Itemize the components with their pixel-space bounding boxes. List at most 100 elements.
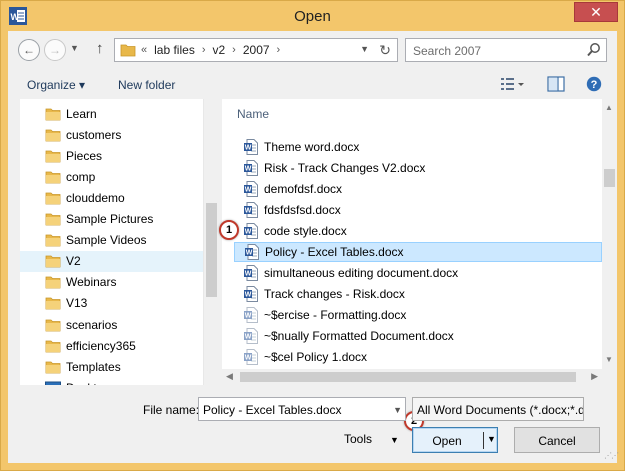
word-document-icon: W [244,160,258,176]
svg-text:W: W [245,334,252,341]
tree-item[interactable]: Pieces [20,145,210,166]
folder-icon [45,234,61,247]
tree-item[interactable]: Webinars [20,272,210,293]
window-title: Open [294,8,331,25]
column-header-name[interactable]: Name [237,107,269,121]
open-options-dropdown-icon[interactable]: ▼ [487,434,496,444]
file-list-horizontal-scrollbar[interactable]: ◀ ▶ [222,369,602,385]
tree-item[interactable]: V2 [20,250,210,272]
refresh-icon[interactable]: ↻ [379,42,391,59]
desktop-icon [45,381,61,385]
breadcrumb-item[interactable]: lab files [154,43,195,57]
file-list-item[interactable]: W ~$cel Policy 1.docx [234,347,602,367]
tree-item[interactable]: clouddemo [20,187,210,208]
tree-item[interactable]: scenarios [20,314,210,335]
resize-grip-icon[interactable]: ⋰⋰ [604,451,619,460]
breadcrumb-item[interactable]: v2 [212,43,225,57]
tree-item-label: scenarios [66,317,118,332]
new-folder-button[interactable]: New folder [118,78,175,92]
preview-pane-icon[interactable] [547,76,565,92]
tree-item[interactable]: Sample Pictures [20,209,210,230]
search-input[interactable]: Search 2007 [413,44,481,58]
dialog-footer: File name: Policy - Excel Tables.docx ▼ … [8,387,619,463]
recent-locations-dropdown-icon[interactable]: ▼ [70,43,79,53]
tree-item[interactable]: Sample Videos [20,230,210,251]
tree-item[interactable]: Learn [20,103,210,124]
file-list-item[interactable]: W Policy - Excel Tables.docx [234,242,602,262]
navigation-pane: Learn customers Pieces comp clouddemo Sample … [20,99,216,385]
tree-item[interactable]: V13 [20,293,210,314]
scrollbar-thumb[interactable] [206,203,217,297]
tree-item-label: Desktop [66,381,110,385]
chevron-down-icon[interactable]: ▼ [393,405,402,415]
breadcrumb-chevron-icon[interactable]: › [202,44,206,56]
tree-item-label: efficiency365 [66,338,136,353]
tree-item[interactable]: comp [20,166,210,187]
file-type-value[interactable]: All Word Documents (*.docx;*.docm;*.dotx… [417,403,583,417]
open-button[interactable]: Open ▼ [412,427,498,453]
file-list-item[interactable]: Wsimultaneous editing document.docx [234,263,602,283]
chevron-down-icon[interactable]: ▼ [390,435,399,445]
view-options-icon[interactable] [500,76,524,92]
file-list-item[interactable]: W ~$nually Formatted Document.docx [234,326,602,346]
navigation-pane-scrollbar[interactable] [203,99,218,385]
address-dropdown-icon[interactable]: ▼ [360,44,369,54]
file-list-item[interactable]: W Risk - Track Changes V2.docx [234,158,602,178]
file-list-item[interactable]: W Track changes - Risk.docx [234,284,602,304]
cancel-button[interactable]: Cancel [514,427,600,453]
callout-marker: 1 [219,220,239,240]
tree-item-label: V2 [66,254,81,269]
scrollbar-thumb[interactable] [604,169,615,187]
file-name: Risk - Track Changes V2.docx [264,161,426,175]
svg-text:W: W [245,271,252,278]
organize-button[interactable]: Organize ▾ [27,78,85,92]
split-divider [483,432,484,449]
title-bar[interactable]: W Open ✕ [1,1,624,31]
folder-icon [45,213,61,226]
file-name: code style.docx [264,224,347,238]
folder-icon [45,361,61,374]
file-name: simultaneous editing document.docx [264,266,459,280]
address-bar[interactable]: « lab files › v2 › 2007 › ▼ ↻ [114,38,398,62]
svg-text:W: W [245,187,252,194]
tree-item[interactable]: efficiency365 [20,335,210,356]
folder-icon [45,319,61,331]
folder-icon [45,192,61,205]
file-list-item[interactable]: Wdemofdsf.docx [234,179,602,199]
tree-item[interactable]: Templates [20,356,210,377]
file-list-item[interactable]: Wcode style.docx [234,221,602,241]
scroll-up-icon[interactable]: ▲ [605,103,613,112]
file-list-vertical-scrollbar[interactable]: ▲ ▼ [602,99,617,385]
search-box[interactable]: Search 2007 [405,38,607,62]
file-list-item[interactable]: W Theme word.docx [234,137,602,157]
svg-text:W: W [245,208,252,215]
file-name-value[interactable]: Policy - Excel Tables.docx [203,403,342,417]
forward-button[interactable]: → [44,39,66,61]
breadcrumb-chevron-icon[interactable]: › [277,44,281,56]
scrollbar-thumb[interactable] [240,372,576,382]
scroll-down-icon[interactable]: ▼ [605,355,613,364]
file-name: demofdsf.docx [264,182,343,196]
folder-icon [45,171,61,184]
up-folder-button[interactable]: ↑ [96,40,104,57]
file-list-item[interactable]: W ~$ercise - Formatting.docx [234,305,602,325]
tools-button[interactable]: Tools [344,432,372,446]
file-name-field[interactable]: Policy - Excel Tables.docx ▼ [198,397,406,421]
tree-item[interactable]: customers [20,124,210,145]
help-icon[interactable]: ? [586,76,602,92]
file-type-select[interactable]: All Word Documents (*.docx;*.docm;*.dotx… [412,397,584,421]
svg-text:W: W [245,292,252,299]
scroll-left-icon[interactable]: ◀ [226,371,233,382]
svg-text:W: W [245,355,252,362]
tree-item[interactable]: Desktop [20,377,210,385]
word-document-icon: W [244,223,258,239]
svg-text:W: W [245,166,252,173]
breadcrumb-overflow-icon[interactable]: « [141,44,147,56]
scroll-right-icon[interactable]: ▶ [591,371,598,382]
back-button[interactable]: ← [18,39,40,61]
folder-icon [45,276,61,289]
breadcrumb-chevron-icon[interactable]: › [232,44,236,56]
breadcrumb-item[interactable]: 2007 [243,43,270,57]
close-button[interactable]: ✕ [574,2,618,22]
file-list-item[interactable]: Wfdsfdsfsd.docx [234,200,602,220]
